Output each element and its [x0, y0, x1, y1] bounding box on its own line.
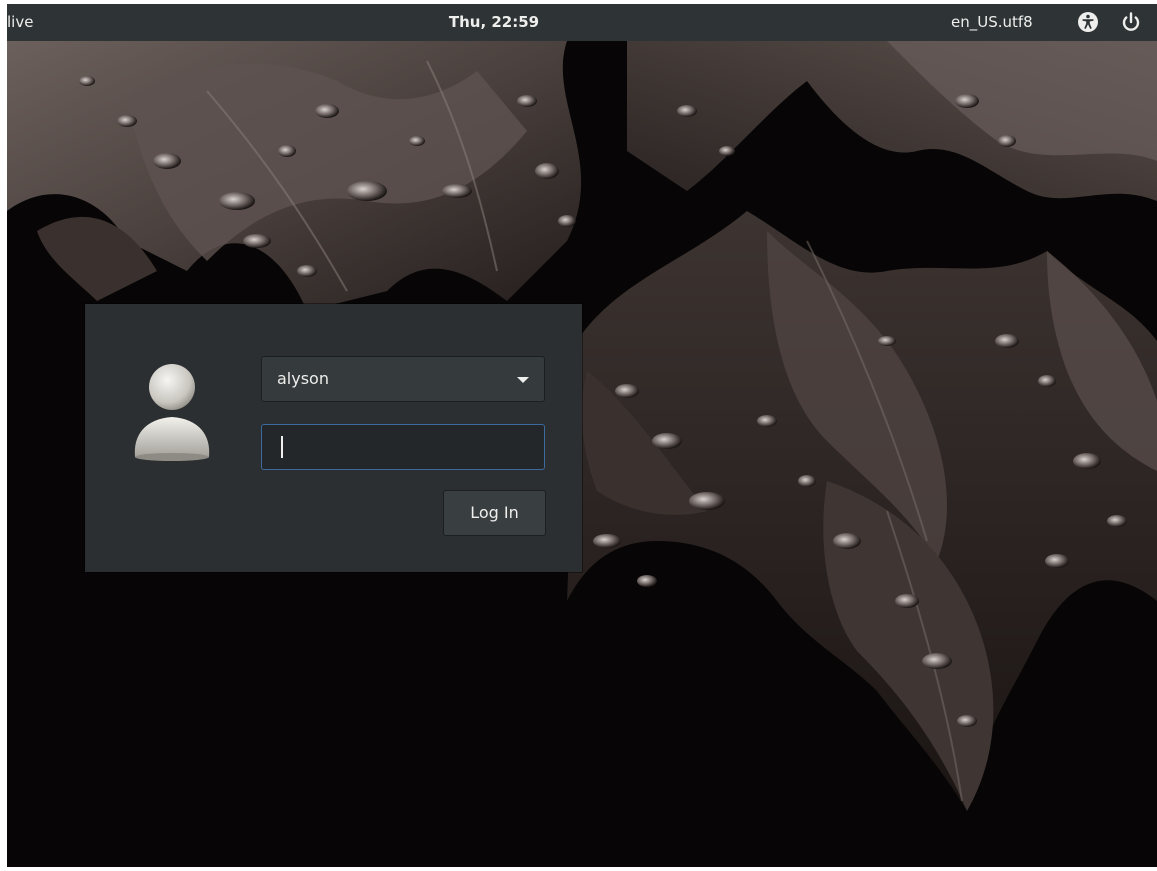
- clock[interactable]: Thu, 22:59: [429, 4, 559, 41]
- keyboard-locale-indicator[interactable]: en_US.utf8: [951, 4, 1033, 41]
- text-cursor: [281, 436, 283, 458]
- chevron-down-icon: [517, 377, 529, 383]
- password-input[interactable]: [261, 424, 545, 470]
- user-select-dropdown[interactable]: alyson: [261, 356, 545, 402]
- user-avatar-icon: [134, 364, 210, 461]
- login-dialog: alyson Log In: [85, 304, 582, 572]
- top-panel: live Thu, 22:59 en_US.utf8: [7, 4, 1157, 41]
- accessibility-icon[interactable]: [1077, 11, 1099, 33]
- hostname-label: live: [7, 13, 34, 31]
- login-screen: live Thu, 22:59 en_US.utf8 alyson Log In: [7, 4, 1157, 867]
- login-button[interactable]: Log In: [443, 490, 546, 536]
- user-select-value: alyson: [277, 369, 329, 388]
- power-icon[interactable]: [1120, 11, 1142, 33]
